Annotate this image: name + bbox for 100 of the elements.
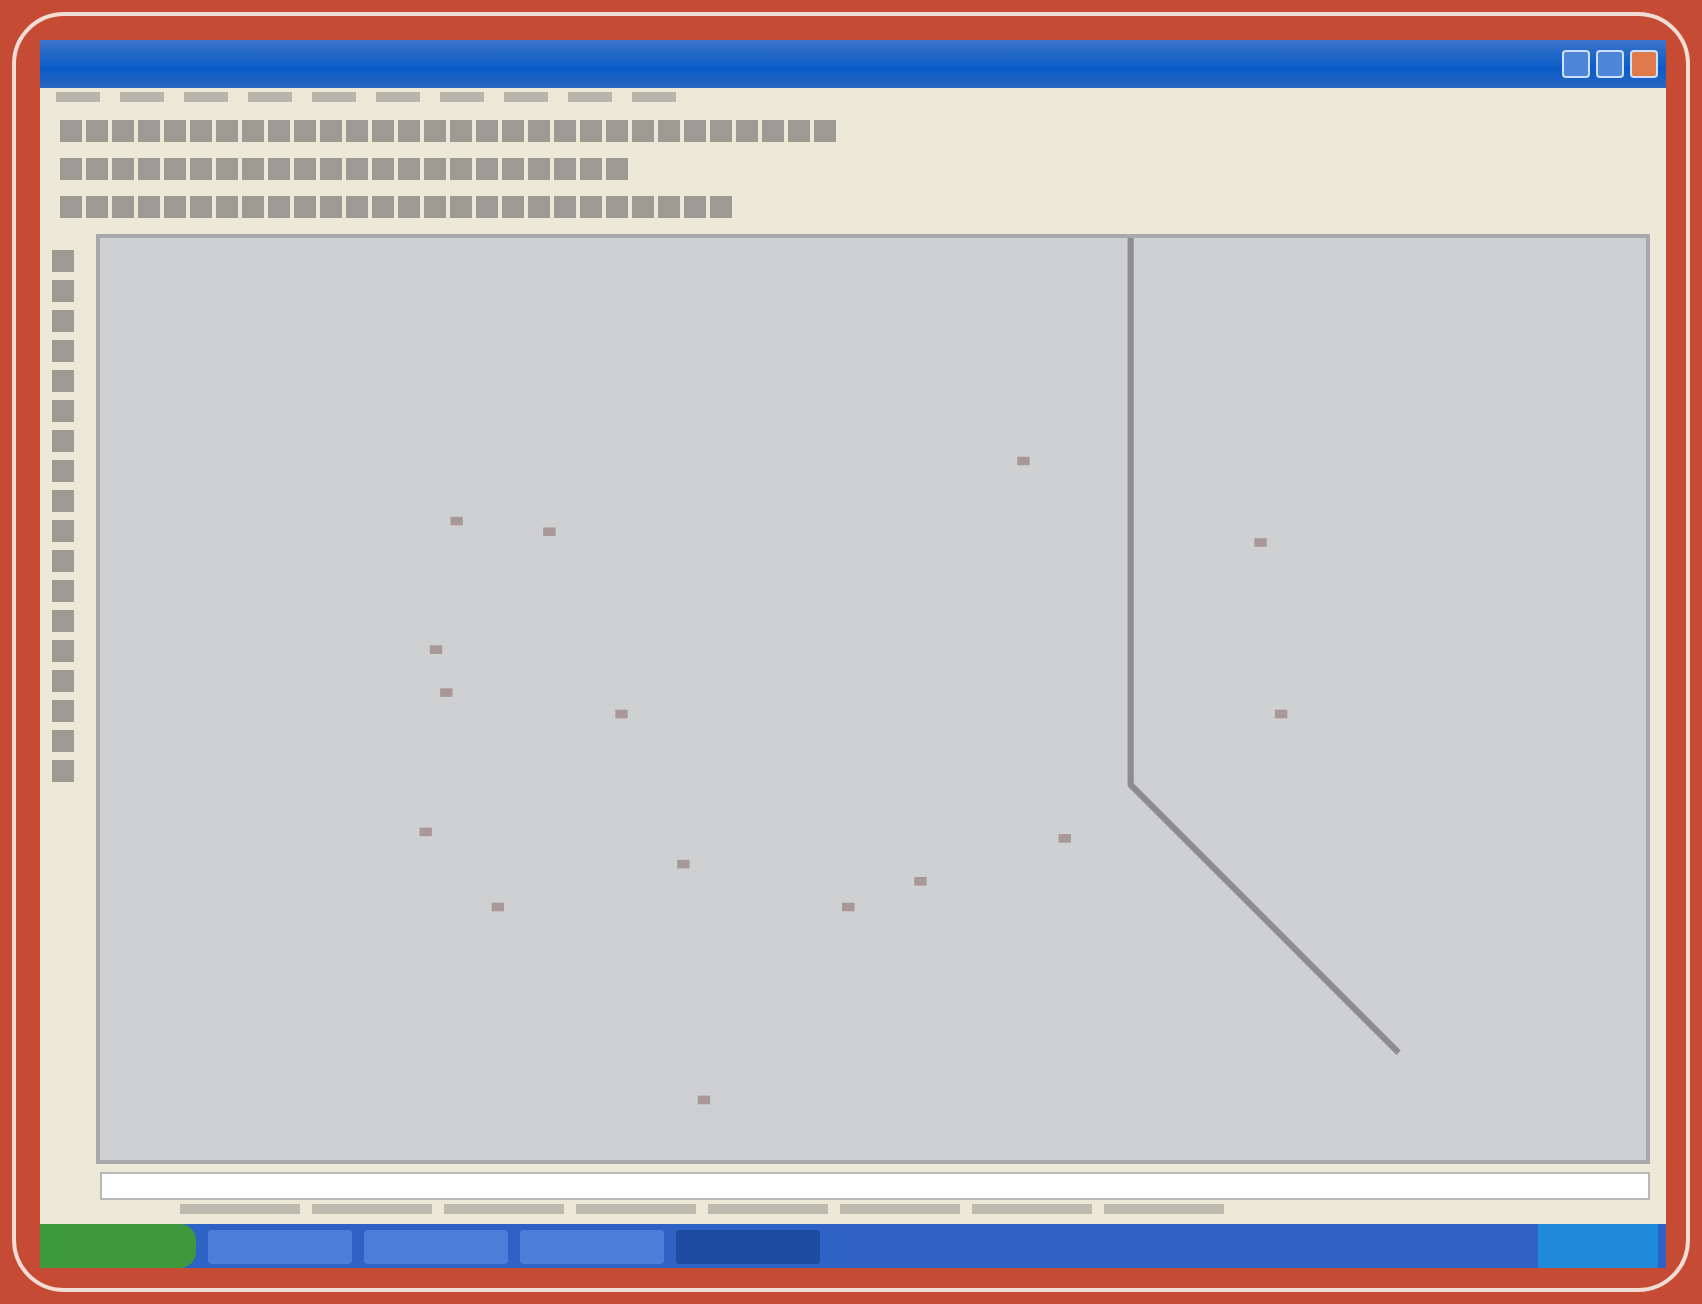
minimize-button[interactable] (1562, 50, 1590, 78)
toolbar-icon[interactable] (52, 730, 74, 752)
toolbar-icon[interactable] (632, 120, 654, 142)
toolbar-icon[interactable] (86, 196, 108, 218)
toolbar-icon[interactable] (52, 640, 74, 662)
toolbar-icon[interactable] (476, 120, 498, 142)
toolbar-icon[interactable] (216, 158, 238, 180)
toolbar-icon[interactable] (372, 120, 394, 142)
toolbar-icon[interactable] (398, 158, 420, 180)
toolbar-icon[interactable] (52, 460, 74, 482)
toolbar-icon[interactable] (320, 158, 342, 180)
toolbar-icon[interactable] (320, 120, 342, 142)
drawing-canvas[interactable] (96, 234, 1650, 1164)
taskbar-button[interactable] (364, 1229, 508, 1263)
toolbar-icon[interactable] (164, 120, 186, 142)
toolbar-icon[interactable] (112, 196, 134, 218)
toolbar-icon[interactable] (658, 120, 680, 142)
toolbar-icon[interactable] (60, 120, 82, 142)
toolbar-icon[interactable] (502, 158, 524, 180)
toolbar-icon[interactable] (528, 196, 550, 218)
toolbar-icon[interactable] (320, 196, 342, 218)
toolbar-icon[interactable] (52, 490, 74, 512)
menu-item[interactable] (248, 92, 292, 102)
toolbar-icon[interactable] (580, 196, 602, 218)
toolbar-icon[interactable] (528, 158, 550, 180)
toolbar-icon[interactable] (268, 158, 290, 180)
toolbar-icon[interactable] (52, 250, 74, 272)
toolbar-icon[interactable] (216, 196, 238, 218)
toolbar-icon[interactable] (52, 550, 74, 572)
toolbar-icon[interactable] (190, 120, 212, 142)
toolbar-icon[interactable] (346, 196, 368, 218)
close-button[interactable] (1630, 50, 1658, 78)
toolbar-icon[interactable] (138, 196, 160, 218)
toolbar-icon[interactable] (242, 196, 264, 218)
toolbar-icon[interactable] (346, 158, 368, 180)
toolbar-icon[interactable] (242, 120, 264, 142)
taskbar-button[interactable] (676, 1229, 820, 1263)
toolbar-icon[interactable] (762, 120, 784, 142)
toolbar-icon[interactable] (216, 120, 238, 142)
menu-item[interactable] (504, 92, 548, 102)
toolbar-icon[interactable] (502, 120, 524, 142)
maximize-button[interactable] (1596, 50, 1624, 78)
toolbar-icon[interactable] (606, 120, 628, 142)
toolbar-icon[interactable] (52, 580, 74, 602)
toolbar-icon[interactable] (450, 196, 472, 218)
toolbar-icon[interactable] (164, 158, 186, 180)
taskbar-button[interactable] (208, 1229, 352, 1263)
toolbar-icon[interactable] (606, 196, 628, 218)
toolbar-icon[interactable] (52, 400, 74, 422)
menu-item[interactable] (376, 92, 420, 102)
menu-item[interactable] (184, 92, 228, 102)
toolbar-icon[interactable] (112, 158, 134, 180)
toolbar-icon[interactable] (632, 196, 654, 218)
toolbar-icon[interactable] (52, 700, 74, 722)
toolbar-icon[interactable] (346, 120, 368, 142)
toolbar-icon[interactable] (788, 120, 810, 142)
toolbar-icon[interactable] (268, 196, 290, 218)
toolbar-icon[interactable] (710, 196, 732, 218)
menu-item[interactable] (120, 92, 164, 102)
menu-item[interactable] (312, 92, 356, 102)
toolbar-icon[interactable] (424, 196, 446, 218)
toolbar-icon[interactable] (684, 120, 706, 142)
toolbar-icon[interactable] (190, 158, 212, 180)
toolbar-icon[interactable] (424, 120, 446, 142)
taskbar-button[interactable] (520, 1229, 664, 1263)
toolbar-icon[interactable] (528, 120, 550, 142)
toolbar-icon[interactable] (52, 520, 74, 542)
toolbar-icon[interactable] (580, 158, 602, 180)
toolbar-icon[interactable] (398, 196, 420, 218)
toolbar-icon[interactable] (398, 120, 420, 142)
toolbar-icon[interactable] (52, 370, 74, 392)
toolbar-icon[interactable] (814, 120, 836, 142)
start-button[interactable] (40, 1224, 196, 1268)
toolbar-icon[interactable] (138, 120, 160, 142)
toolbar-icon[interactable] (372, 196, 394, 218)
toolbar-icon[interactable] (502, 196, 524, 218)
toolbar-icon[interactable] (294, 120, 316, 142)
toolbar-icon[interactable] (554, 120, 576, 142)
toolbar-icon[interactable] (658, 196, 680, 218)
toolbar-icon[interactable] (710, 120, 732, 142)
toolbar-icon[interactable] (450, 158, 472, 180)
toolbar-icon[interactable] (294, 158, 316, 180)
toolbar-icon[interactable] (164, 196, 186, 218)
toolbar-icon[interactable] (52, 430, 74, 452)
toolbar-icon[interactable] (60, 158, 82, 180)
toolbar-icon[interactable] (52, 310, 74, 332)
toolbar-icon[interactable] (554, 196, 576, 218)
toolbar-icon[interactable] (52, 340, 74, 362)
command-field[interactable] (100, 1172, 1650, 1200)
toolbar-icon[interactable] (86, 120, 108, 142)
toolbar-icon[interactable] (52, 670, 74, 692)
toolbar-icon[interactable] (86, 158, 108, 180)
toolbar-icon[interactable] (294, 196, 316, 218)
menu-item[interactable] (440, 92, 484, 102)
toolbar-icon[interactable] (138, 158, 160, 180)
toolbar-icon[interactable] (424, 158, 446, 180)
toolbar-icon[interactable] (60, 196, 82, 218)
toolbar-icon[interactable] (190, 196, 212, 218)
toolbar-icon[interactable] (52, 280, 74, 302)
toolbar-icon[interactable] (372, 158, 394, 180)
